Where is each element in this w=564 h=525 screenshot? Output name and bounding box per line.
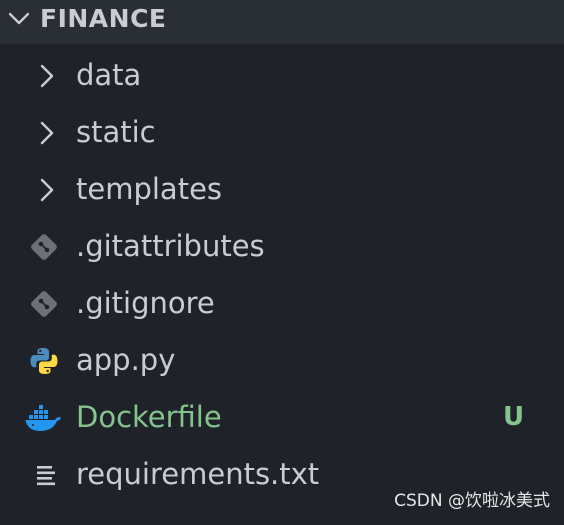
git-icon bbox=[31, 291, 57, 317]
tree-item-label: .gitignore bbox=[76, 286, 215, 320]
tree-item-folder-static[interactable]: static bbox=[0, 104, 564, 161]
tree-item-file-app-py[interactable]: app.py bbox=[0, 332, 564, 389]
tree-item-label: app.py bbox=[76, 343, 176, 377]
tree-item-label: .gitattributes bbox=[76, 229, 265, 263]
tree-item-label: data bbox=[76, 58, 142, 92]
tree-item-label: static bbox=[76, 115, 156, 149]
tree-item-label: requirements.txt bbox=[76, 457, 320, 491]
chevron-right-icon[interactable] bbox=[30, 118, 62, 148]
git-status-untracked-badge: U bbox=[503, 402, 525, 432]
tree-item-folder-templates[interactable]: templates bbox=[0, 161, 564, 218]
tree-item-file-gitattributes[interactable]: .gitattributes bbox=[0, 218, 564, 275]
chevron-down-icon[interactable] bbox=[6, 6, 32, 32]
watermark: CSDN @饮啦冰美式 bbox=[394, 491, 550, 511]
python-icon bbox=[30, 348, 58, 374]
chevron-right-icon[interactable] bbox=[30, 61, 62, 91]
explorer-section-title: FINANCE bbox=[40, 4, 167, 33]
tree-item-folder-data[interactable]: data bbox=[0, 47, 564, 104]
tree-item-label: Dockerfile bbox=[76, 400, 222, 434]
tree-item-file-gitignore[interactable]: .gitignore bbox=[0, 275, 564, 332]
chevron-right-icon[interactable] bbox=[30, 175, 62, 205]
tree-item-file-dockerfile[interactable]: Dockerfile U bbox=[0, 389, 564, 446]
file-explorer: FINANCE data static templates .gitattrib… bbox=[0, 0, 564, 525]
text-lines-icon bbox=[37, 466, 55, 486]
tree-item-label: templates bbox=[76, 172, 223, 206]
docker-icon bbox=[25, 405, 61, 431]
git-icon bbox=[31, 234, 57, 260]
explorer-section-header[interactable]: FINANCE bbox=[0, 0, 564, 44]
